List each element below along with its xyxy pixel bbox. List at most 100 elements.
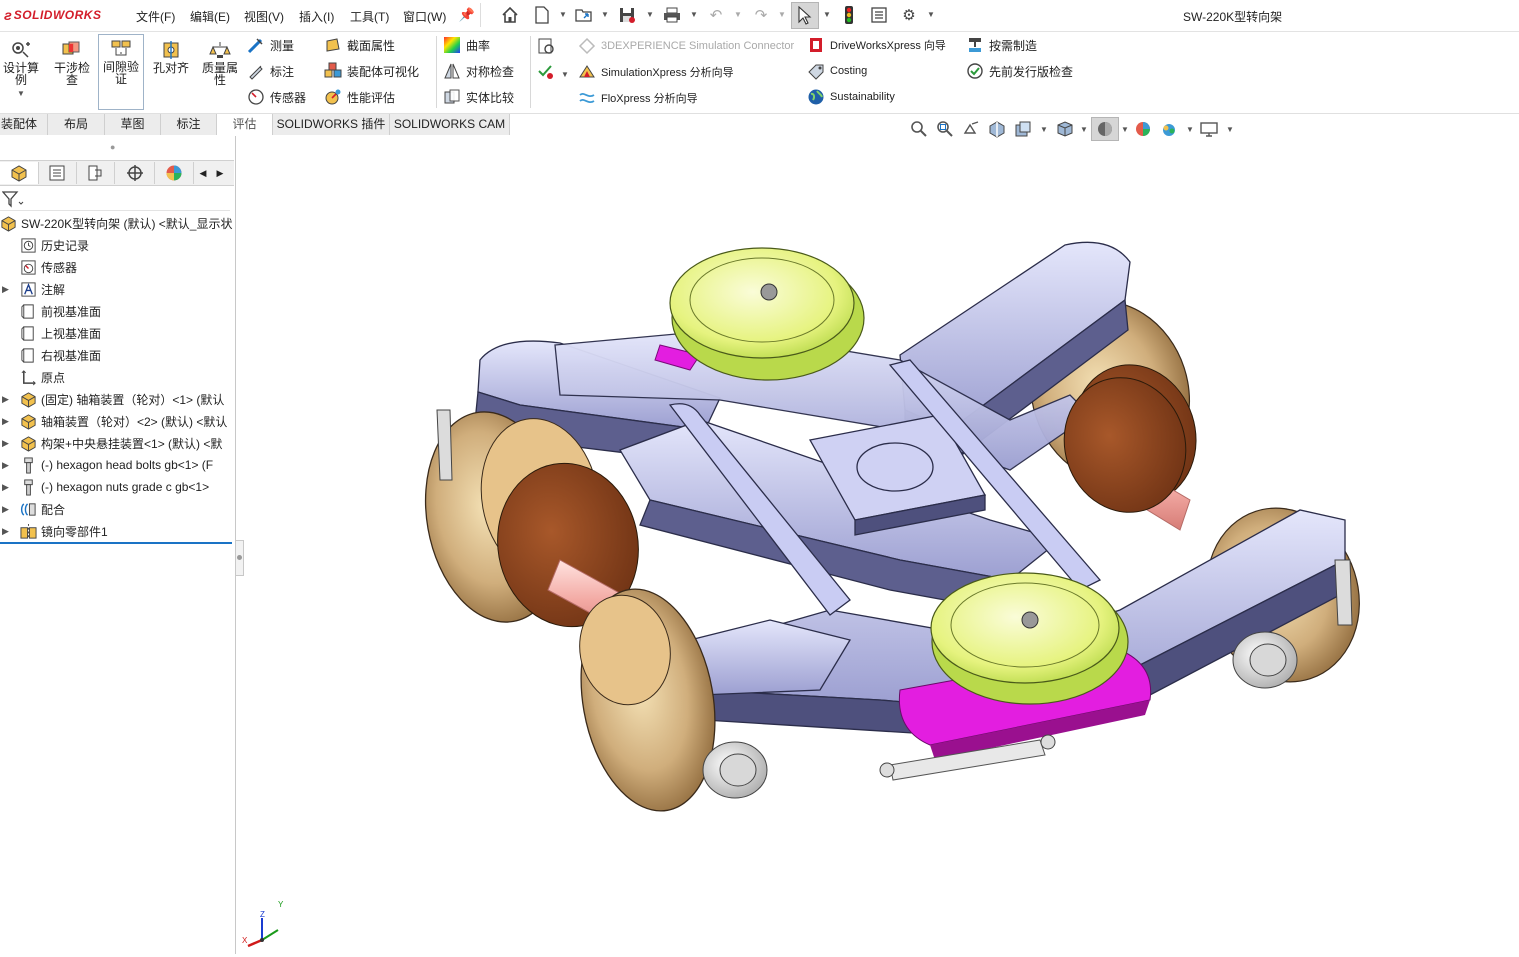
chevron-down-icon[interactable]: ▼ — [1226, 125, 1234, 134]
home-icon[interactable] — [500, 5, 520, 25]
chevron-down-icon[interactable]: ▼ — [559, 10, 567, 19]
tab-propertymanager[interactable] — [38, 162, 77, 184]
expand-arrow-icon[interactable]: ▶ — [2, 394, 10, 405]
chevron-down-icon[interactable]: ▼ — [0, 88, 42, 100]
tree-item[interactable]: ▶ (-) hexagon nuts grade c gb<1> — [0, 477, 235, 497]
tree-item[interactable]: ▶ 配合 — [0, 499, 235, 519]
assembly-visualization-button[interactable]: 装配体可视化 — [324, 61, 419, 81]
save-icon[interactable] — [617, 5, 637, 25]
design-study-button[interactable]: 设计算例 ▼ — [0, 36, 42, 110]
solidworks-logo[interactable]: ƨ SOLIDWORKS — [4, 6, 101, 24]
simulationxpress-button[interactable]: SimulationXpress 分析向导 — [578, 62, 734, 82]
undo-icon[interactable]: ↶ — [706, 5, 726, 25]
sustainability-button[interactable]: Sustainability — [807, 87, 895, 107]
driveworksxpress-button[interactable]: DriveWorksXpress 向导 — [807, 35, 946, 55]
expand-arrow-icon[interactable]: ▶ — [2, 526, 10, 537]
redo-icon[interactable]: ↷ — [751, 5, 771, 25]
tree-item[interactable]: ▶ (-) hexagon head bolts gb<1> (F — [0, 455, 235, 475]
new-document-icon[interactable] — [532, 5, 552, 25]
check-document-icon[interactable] — [537, 37, 555, 55]
rebuild-icon[interactable] — [839, 5, 859, 25]
expand-arrow-icon[interactable]: ▶ — [2, 438, 10, 449]
chevron-down-icon[interactable]: ▼ — [1186, 125, 1194, 134]
menu-window[interactable]: 窗口(W) — [403, 8, 446, 25]
analysis-check-icon[interactable] — [537, 63, 555, 81]
tree-item[interactable]: ▶ (固定) 轴箱装置（轮对）<1> (默认 — [0, 389, 235, 409]
tree-item[interactable]: ▶ 注解 — [0, 279, 235, 299]
menu-insert[interactable]: 插入(I) — [299, 8, 334, 25]
chevron-down-icon[interactable]: ▼ — [778, 10, 786, 19]
air-spring-front[interactable] — [930, 572, 1129, 705]
clearance-verification-button[interactable]: 间隙验证 — [98, 34, 144, 110]
tab-assembly[interactable]: 装配体 — [0, 114, 48, 135]
tab-layout[interactable]: 布局 — [48, 114, 105, 135]
previous-release-check-button[interactable]: 先前发行版检查 — [966, 61, 1073, 81]
tab-featuremanager[interactable] — [0, 162, 39, 184]
tab-solidworks-cam[interactable]: SOLIDWORKS CAM — [390, 114, 510, 135]
tree-item[interactable]: 历史记录 — [0, 235, 235, 255]
tree-root-assembly[interactable]: SW-220K型转向架 (默认) <默认_显示状 — [0, 213, 235, 233]
chevron-down-icon[interactable]: ▼ — [646, 10, 654, 19]
tab-displaymanager[interactable] — [155, 162, 194, 184]
chevron-down-icon[interactable]: ▼ — [734, 10, 742, 19]
tree-item[interactable]: ▶ 轴箱装置（轮对）<2> (默认) <默认 — [0, 411, 235, 431]
expand-arrow-icon[interactable]: ▶ — [2, 416, 10, 427]
tree-item[interactable]: ▶ 镜向零部件1 — [0, 521, 235, 541]
expand-arrow-icon[interactable]: ▶ — [2, 504, 10, 515]
panel-grip[interactable]: ● — [110, 142, 115, 152]
bogie-3d-model[interactable] — [237, 136, 1519, 954]
menu-view[interactable]: 视图(V) — [244, 8, 284, 25]
tree-item[interactable]: 原点 — [0, 367, 235, 387]
tree-item[interactable]: ▶ 构架+中央悬挂装置<1> (默认) <默 — [0, 433, 235, 453]
tab-scroll-left[interactable]: ◀ — [195, 162, 211, 184]
chevron-down-icon[interactable]: ▼ — [601, 10, 609, 19]
measure-button[interactable]: 测量 — [247, 35, 294, 55]
tree-rollback-bar[interactable] — [0, 542, 232, 544]
axlebox-front[interactable] — [702, 741, 768, 799]
chevron-down-icon[interactable]: ▼ — [1040, 125, 1048, 134]
curvature-button[interactable]: 曲率 — [443, 35, 490, 55]
costing-button[interactable]: Costing — [807, 61, 867, 81]
select-button[interactable] — [791, 2, 819, 29]
expand-arrow-icon[interactable]: ▶ — [2, 284, 10, 295]
chevron-down-icon[interactable]: ▼ — [561, 70, 569, 79]
tab-markup[interactable]: 标注 — [161, 114, 217, 135]
sensor-button[interactable]: 传感器 — [247, 87, 306, 107]
menu-tools[interactable]: 工具(T) — [350, 8, 389, 25]
3dexperience-sim-connector-button[interactable]: 3DEXPERIENCE Simulation Connector — [578, 36, 794, 56]
tab-solidworks-addins[interactable]: SOLIDWORKS 插件 — [273, 114, 390, 135]
menu-edit[interactable]: 编辑(E) — [190, 8, 230, 25]
section-properties-button[interactable]: 截面属性 — [324, 35, 395, 55]
tree-item[interactable]: 前视基准面 — [0, 301, 235, 321]
symmetry-check-button[interactable]: 对称检查 — [443, 61, 514, 81]
chevron-down-icon[interactable]: ▼ — [823, 10, 831, 19]
chevron-down-icon[interactable]: ▼ — [1121, 125, 1129, 134]
tree-filter[interactable] — [0, 188, 230, 211]
vertical-damper-right[interactable] — [1334, 559, 1353, 626]
tab-evaluate[interactable]: 评估 — [217, 114, 273, 135]
menu-file[interactable]: 文件(F) — [136, 8, 175, 25]
mass-properties-button[interactable]: 质量属性 — [197, 36, 243, 110]
interference-detection-button[interactable]: 干涉检查 — [49, 36, 95, 110]
hole-alignment-button[interactable]: 孔对齐 — [148, 36, 194, 110]
compare-bodies-button[interactable]: 实体比较 — [443, 87, 514, 107]
open-icon[interactable] — [574, 5, 594, 25]
performance-evaluation-button[interactable]: 性能评估 — [324, 87, 395, 107]
chevron-down-icon[interactable]: ▼ — [1080, 125, 1088, 134]
tab-scroll-right[interactable]: ▶ — [212, 162, 228, 184]
vertical-damper-left[interactable] — [436, 409, 453, 481]
wheel-front-right[interactable] — [565, 578, 732, 821]
tree-item[interactable]: 上视基准面 — [0, 323, 235, 343]
expand-arrow-icon[interactable]: ▶ — [2, 482, 10, 493]
print-icon[interactable] — [662, 5, 682, 25]
tab-configurationmanager[interactable] — [76, 162, 115, 184]
make-on-demand-button[interactable]: 按需制造 — [966, 35, 1037, 55]
tab-sketch[interactable]: 草图 — [105, 114, 161, 135]
options-gear-icon[interactable]: ⚙ — [899, 5, 919, 25]
axlebox-rear[interactable] — [1232, 631, 1298, 689]
tab-dimxpertmanager[interactable] — [116, 162, 155, 184]
markup-button[interactable]: 标注 — [247, 61, 294, 81]
pin-icon[interactable]: 📌 — [457, 5, 477, 25]
file-properties-icon[interactable] — [869, 5, 889, 25]
chevron-down-icon[interactable]: ▼ — [690, 10, 698, 19]
